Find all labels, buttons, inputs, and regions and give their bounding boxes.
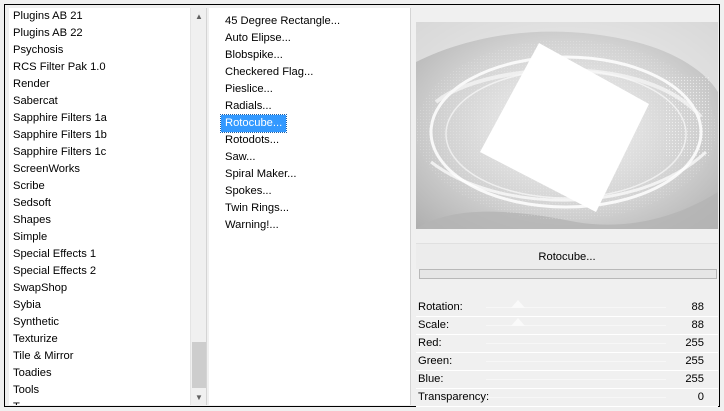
preview-graphic <box>416 22 718 229</box>
category-item[interactable]: Sapphire Filters 1a <box>9 110 191 127</box>
parameter-list: Rotation: 88 Scale: 88 Red: 255 Green: 255 Blue:… <box>416 299 718 407</box>
param-row[interactable]: Scale: 88 <box>416 317 718 335</box>
param-label: Blue: <box>418 373 444 385</box>
scroll-up-arrow-icon[interactable]: ▲ <box>191 8 206 24</box>
filter-item[interactable]: Checkered Flag... <box>221 64 317 81</box>
category-item[interactable]: Texturize <box>9 331 191 348</box>
category-item[interactable]: Tools <box>9 382 191 399</box>
param-slider-track[interactable] <box>486 343 666 344</box>
param-label: Rotation: <box>418 301 463 313</box>
filter-item[interactable]: Pieslice... <box>221 81 277 98</box>
category-item[interactable]: Special Effects 2 <box>9 263 191 280</box>
param-value: 255 <box>685 373 704 385</box>
category-item[interactable]: Plugins AB 21 <box>9 8 191 25</box>
scroll-down-arrow-icon[interactable]: ▼ <box>191 389 206 405</box>
category-item[interactable]: Psychosis <box>9 42 191 59</box>
filter-item[interactable]: 45 Degree Rectangle... <box>221 13 344 30</box>
param-value: 255 <box>685 355 704 367</box>
category-item[interactable]: RCS Filter Pak 1.0 <box>9 59 191 76</box>
category-item[interactable]: Sapphire Filters 1b <box>9 127 191 144</box>
category-item[interactable]: Tile & Mirror <box>9 348 191 365</box>
category-item[interactable]: Synthetic <box>9 314 191 331</box>
category-item[interactable]: Sybia <box>9 297 191 314</box>
filter-item[interactable]: Spiral Maker... <box>221 166 301 183</box>
category-list[interactable]: Plugins AB 21 Plugins AB 22 Psychosis RCS F… <box>9 8 191 405</box>
param-row[interactable]: Green: 255 <box>416 353 718 371</box>
param-row[interactable]: Rotation: 88 <box>416 299 718 317</box>
param-label: Green: <box>418 355 453 367</box>
filter-item[interactable]: Blobspike... <box>221 47 287 64</box>
filter-item[interactable]: Rotocube... <box>219 114 288 133</box>
category-scrollbar[interactable]: ▲ ▼ <box>190 8 206 405</box>
category-item[interactable]: Plugins AB 22 <box>9 25 191 42</box>
category-item[interactable]: Special Effects 1 <box>9 246 191 263</box>
param-label: Red: <box>418 337 442 349</box>
category-item[interactable]: Sabercat <box>9 93 191 110</box>
progress-bar <box>419 269 717 279</box>
dialog-frame: Plugins AB 21 Plugins AB 22 Psychosis RCS F… <box>4 4 720 407</box>
filter-list-pane[interactable]: 45 Degree Rectangle... Auto Elipse... Blob… <box>209 8 411 405</box>
param-slider-track[interactable] <box>486 397 666 398</box>
param-value: 88 <box>691 301 704 313</box>
category-item[interactable]: Scribe <box>9 178 191 195</box>
filter-item[interactable]: Warning!... <box>221 217 283 234</box>
param-row[interactable]: Transparency: 0 <box>416 389 718 407</box>
filter-item[interactable]: Spokes... <box>221 183 276 200</box>
param-row[interactable]: Blue: 255 <box>416 371 718 389</box>
param-slider-track[interactable] <box>486 379 666 380</box>
category-item[interactable]: Render <box>9 76 191 93</box>
filter-item[interactable]: Auto Elipse... <box>221 30 295 47</box>
param-value: 88 <box>691 319 704 331</box>
category-item[interactable]: ScreenWorks <box>9 161 191 178</box>
param-value: 255 <box>685 337 704 349</box>
param-label: Transparency: <box>418 391 490 403</box>
param-label: Scale: <box>418 319 450 331</box>
filter-item[interactable]: Saw... <box>221 149 259 166</box>
param-slider-track[interactable] <box>486 361 666 362</box>
param-slider-thumb[interactable] <box>511 300 525 308</box>
filter-item[interactable]: Radials... <box>221 98 276 115</box>
category-item[interactable]: Shapes <box>9 212 191 229</box>
param-slider-thumb[interactable] <box>511 318 525 326</box>
preview-image <box>416 22 718 229</box>
category-item[interactable]: T... <box>9 399 191 405</box>
param-value: 0 <box>697 391 704 403</box>
category-item[interactable]: Simple <box>9 229 191 246</box>
param-row[interactable]: Red: 255 <box>416 335 718 353</box>
category-list-pane[interactable]: Plugins AB 21 Plugins AB 22 Psychosis RCS F… <box>9 8 207 405</box>
filter-item[interactable]: Twin Rings... <box>221 200 293 217</box>
filter-item[interactable]: Rotodots... <box>221 132 283 149</box>
apply-filter-label: Rotocube... <box>538 250 596 263</box>
category-item[interactable]: Sapphire Filters 1c <box>9 144 191 161</box>
category-item[interactable]: SwapShop <box>9 280 191 297</box>
category-item[interactable]: Sedsoft <box>9 195 191 212</box>
apply-filter-button[interactable]: Rotocube... <box>416 243 718 269</box>
filter-dialog: Plugins AB 21 Plugins AB 22 Psychosis RCS F… <box>0 0 724 411</box>
scrollbar-thumb[interactable] <box>192 342 206 388</box>
category-item[interactable]: Toadies <box>9 365 191 382</box>
